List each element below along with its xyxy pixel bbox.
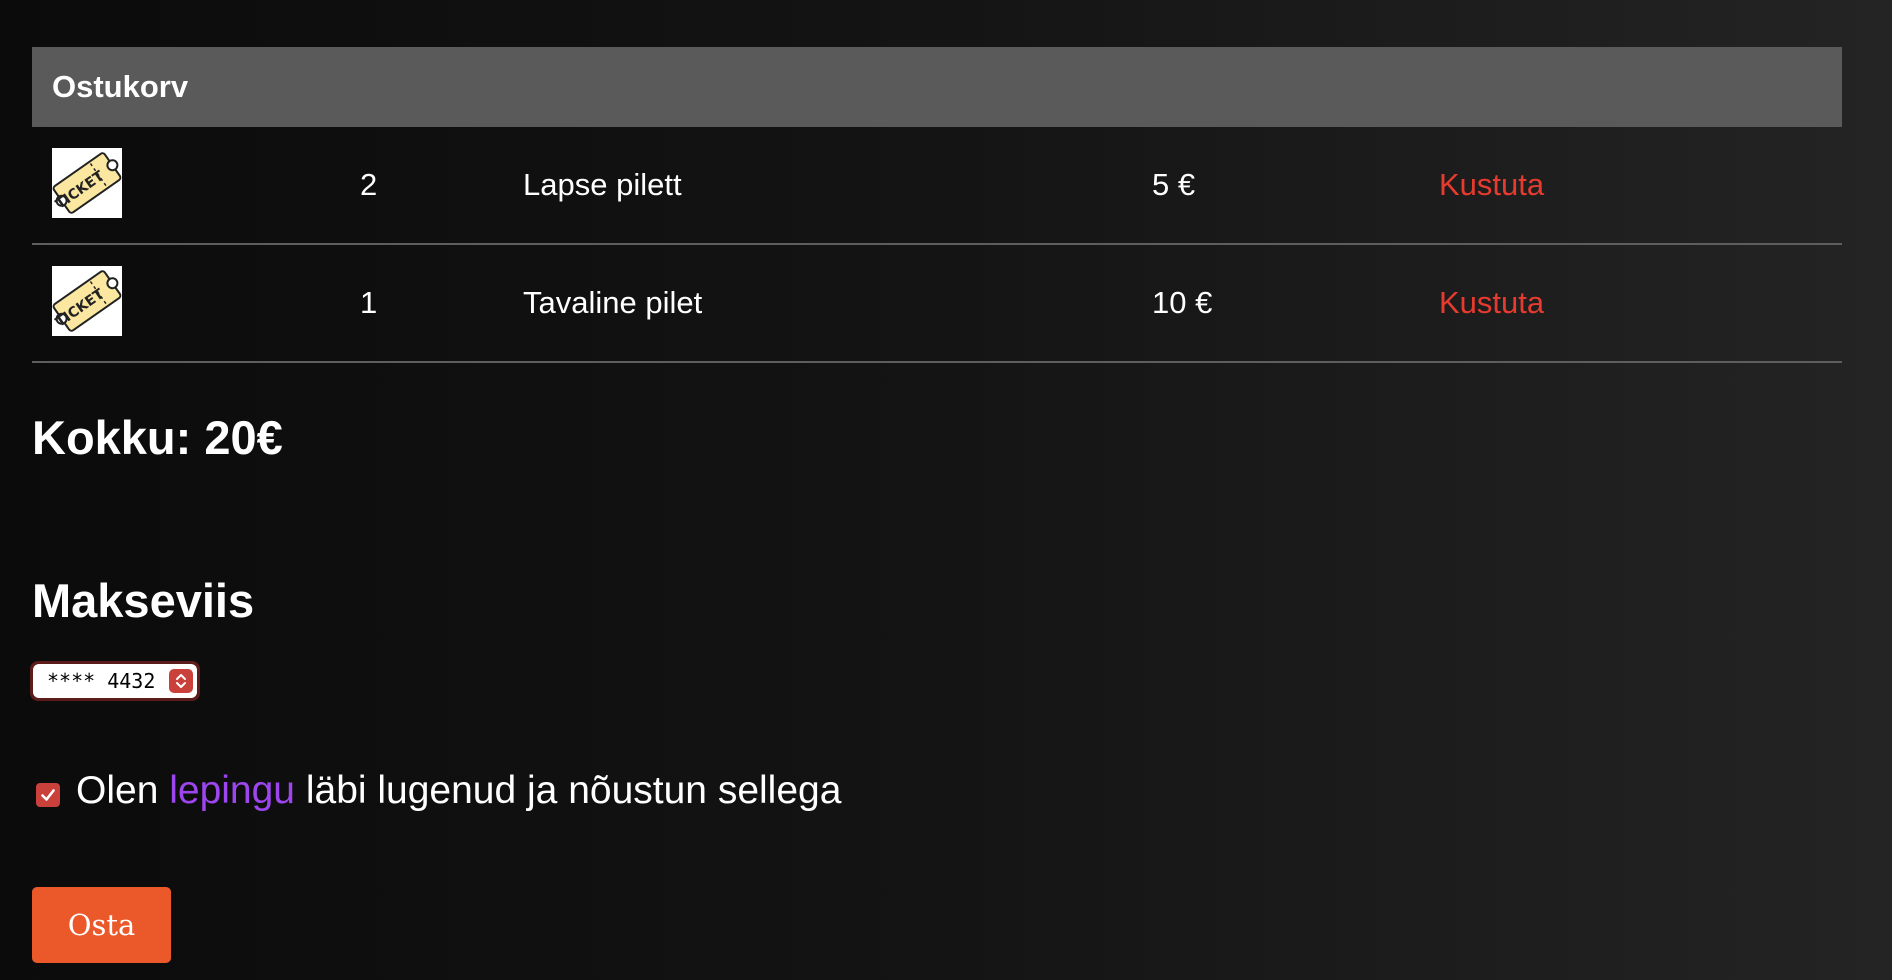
- item-price: 10 €: [1152, 285, 1213, 320]
- agreement-row: Olen lepingu läbi lugenud ja nõustun sel…: [36, 766, 841, 816]
- card-select-box[interactable]: **** 4432: [33, 664, 197, 698]
- item-price: 5 €: [1152, 167, 1196, 202]
- delete-link[interactable]: Kustuta: [1439, 127, 1544, 243]
- cart-row: TICKET 1 Tavaline pilet 10 € Kustuta: [32, 245, 1842, 363]
- selected-card-value: **** 4432: [47, 669, 156, 693]
- select-chevron-icon[interactable]: [169, 669, 193, 693]
- agreement-prefix: Olen: [76, 769, 170, 812]
- agreement-checkbox[interactable]: [36, 783, 60, 807]
- item-quantity: 2: [360, 167, 378, 202]
- cart-header: Ostukorv: [32, 47, 1842, 127]
- shopping-cart: Ostukorv TICKET 2 Lapse pilett 5 € Kustu…: [32, 47, 1842, 363]
- payment-card-select[interactable]: **** 4432: [30, 661, 200, 701]
- contract-link[interactable]: lepingu: [169, 769, 295, 812]
- payment-method-title: Makseviis: [32, 574, 255, 627]
- ticket-icon: TICKET: [52, 266, 122, 336]
- delete-link[interactable]: Kustuta: [1439, 245, 1544, 361]
- item-name: Lapse pilett: [523, 167, 682, 202]
- cart-row: TICKET 2 Lapse pilett 5 € Kustuta: [32, 127, 1842, 245]
- ticket-icon: TICKET: [52, 148, 122, 218]
- cart-total: Kokku: 20€: [32, 411, 283, 464]
- agreement-suffix: läbi lugenud ja nõustun sellega: [295, 769, 842, 812]
- buy-button[interactable]: Osta: [32, 887, 171, 963]
- checkmark-icon: [41, 789, 55, 801]
- item-quantity: 1: [360, 285, 378, 320]
- agreement-label: Olen lepingu läbi lugenud ja nõustun sel…: [76, 769, 841, 813]
- cart-title: Ostukorv: [52, 69, 189, 104]
- item-name: Tavaline pilet: [523, 285, 703, 320]
